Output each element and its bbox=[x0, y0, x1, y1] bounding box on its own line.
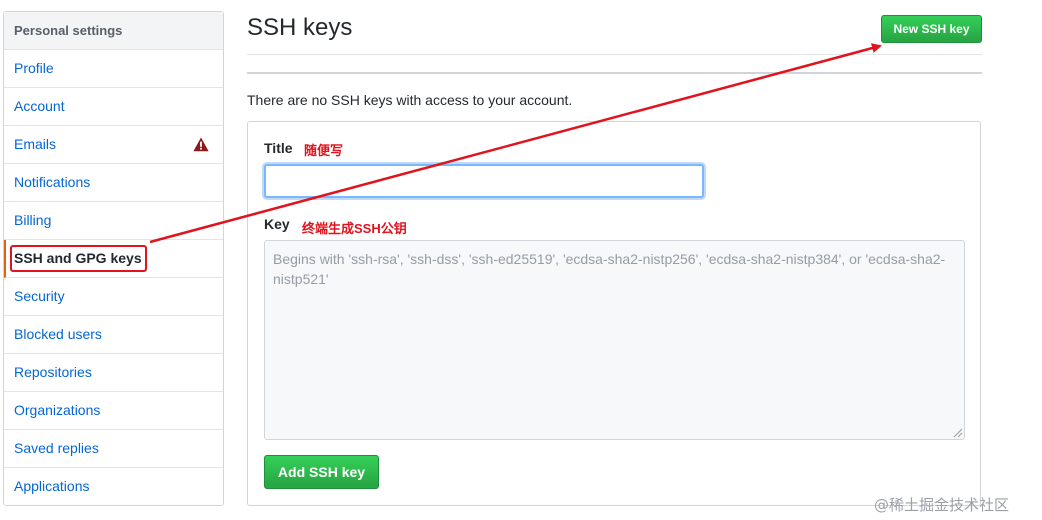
sidebar-item-repositories[interactable]: Repositories bbox=[4, 354, 223, 392]
sidebar-item-ssh-gpg-keys[interactable]: SSH and GPG keys bbox=[4, 240, 223, 278]
sidebar-header: Personal settings bbox=[4, 12, 223, 50]
sidebar-item-organizations[interactable]: Organizations bbox=[4, 392, 223, 430]
sidebar-item-profile[interactable]: Profile bbox=[4, 50, 223, 88]
title-input[interactable] bbox=[264, 164, 704, 198]
title-divider bbox=[247, 54, 982, 55]
section-divider bbox=[247, 72, 982, 74]
key-textarea[interactable] bbox=[264, 240, 965, 440]
sidebar-item-billing[interactable]: Billing bbox=[4, 202, 223, 240]
key-field-label: Key bbox=[264, 216, 290, 232]
sidebar-item-notifications[interactable]: Notifications bbox=[4, 164, 223, 202]
sidebar-item-label: Emails bbox=[14, 136, 57, 152]
sidebar-item-saved-replies[interactable]: Saved replies bbox=[4, 430, 223, 468]
sidebar-item-security[interactable]: Security bbox=[4, 278, 223, 316]
title-field-label: Title bbox=[264, 140, 293, 156]
annotation-highlight-box bbox=[10, 245, 147, 272]
settings-sidebar: Personal settings Profile Account Emails… bbox=[3, 11, 224, 506]
sidebar-item-account[interactable]: Account bbox=[4, 88, 223, 126]
key-annotation: 终端生成SSH公钥 bbox=[302, 221, 407, 236]
warning-triangle-icon bbox=[193, 137, 209, 152]
watermark: @稀土掘金技术社区 bbox=[874, 496, 1010, 514]
page-title: SSH keys bbox=[247, 14, 353, 41]
sidebar-item-blocked-users[interactable]: Blocked users bbox=[4, 316, 223, 354]
new-ssh-key-button[interactable]: New SSH key bbox=[881, 15, 982, 43]
resize-grip-icon[interactable] bbox=[953, 428, 963, 438]
add-ssh-key-button[interactable]: Add SSH key bbox=[264, 455, 379, 489]
title-annotation: 随便写 bbox=[304, 143, 344, 158]
empty-state-message: There are no SSH keys with access to you… bbox=[247, 92, 573, 108]
sidebar-item-applications[interactable]: Applications bbox=[4, 468, 223, 505]
sidebar-item-emails[interactable]: Emails bbox=[4, 126, 223, 164]
